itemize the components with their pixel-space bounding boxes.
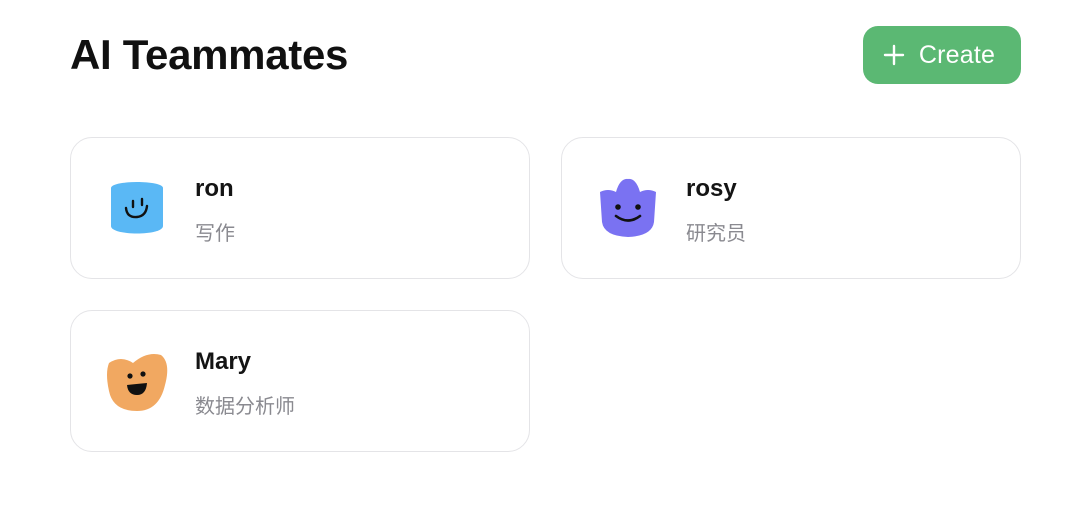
teammate-role: 数据分析师 xyxy=(195,394,295,418)
plus-icon xyxy=(883,44,905,66)
teammate-name: Mary xyxy=(195,348,252,375)
teammate-role: 写作 xyxy=(195,221,235,245)
orange-smiley-avatar-icon xyxy=(107,354,168,411)
page-title: AI Teammates xyxy=(70,31,349,78)
blue-smiley-avatar-icon xyxy=(111,182,163,234)
teammate-card-mary[interactable]: Mary 数据分析师 xyxy=(70,310,530,452)
teammate-name: ron xyxy=(195,175,234,202)
create-button[interactable]: Create xyxy=(863,26,1021,84)
teammate-role: 研究员 xyxy=(686,221,746,245)
teammate-card-ron[interactable]: ron 写作 xyxy=(70,137,530,279)
purple-smiley-avatar-icon xyxy=(600,178,656,237)
create-label: Create xyxy=(918,40,996,69)
teammate-card-rosy[interactable]: rosy 研究员 xyxy=(561,137,1021,279)
teammate-name: rosy xyxy=(686,175,737,202)
